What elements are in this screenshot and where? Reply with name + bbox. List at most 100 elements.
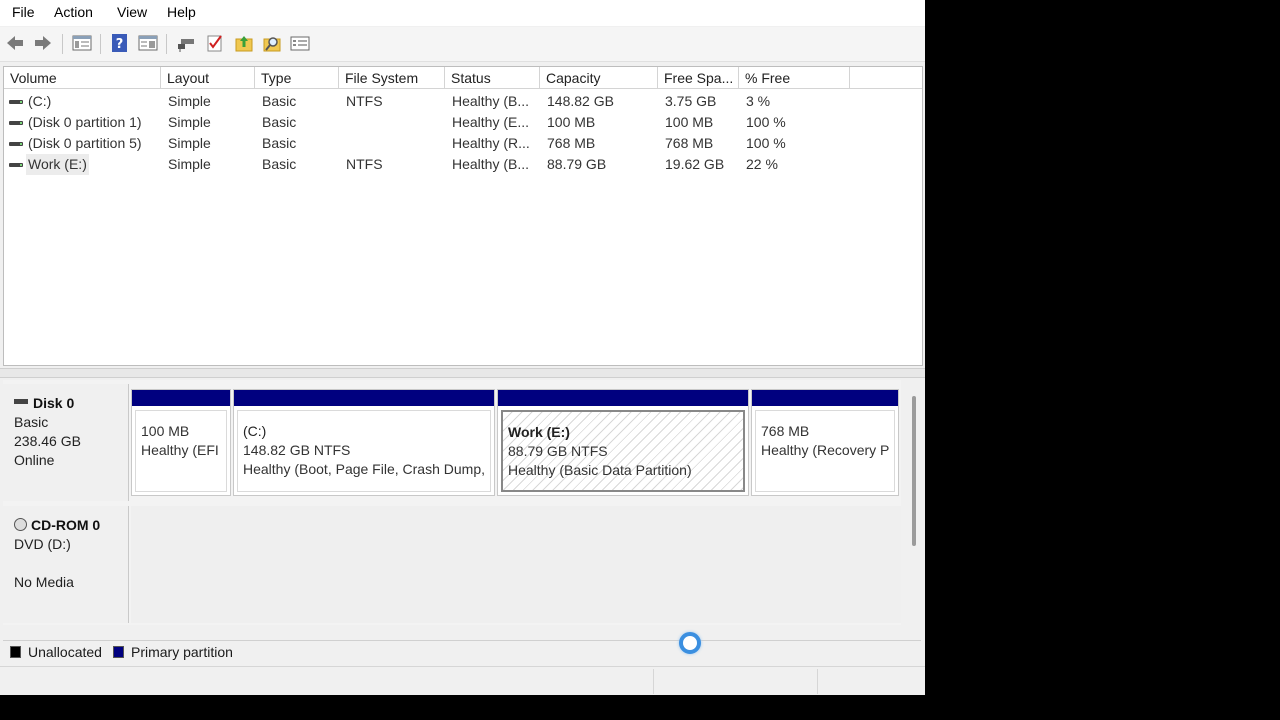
disk-graphical-view: Disk 0 Basic 238.46 GB Online 100 MB Hea… [3,380,901,625]
partition-status: Healthy (Boot, Page File, Crash Dump, [243,461,485,477]
partition-title: Work (E:) [508,424,570,440]
volume-percent-free: 100 % [746,114,786,130]
column-header-capacity[interactable]: Capacity [540,67,658,89]
check-icon[interactable] [205,33,225,53]
disk-size: 238.46 GB [14,433,81,449]
volume-icon [9,100,23,104]
disk-name: CD-ROM 0 [31,517,101,533]
volume-name: (Disk 0 partition 1) [28,114,142,130]
column-header-status[interactable]: Status [445,67,540,89]
disk-type: Basic [14,414,49,430]
partition-size: 100 MB [141,423,190,439]
menu-file[interactable]: File [12,4,35,20]
partition-size: 148.82 GB NTFS [243,442,351,458]
volume-status: Healthy (B... [452,93,530,109]
partition-recovery[interactable]: 768 MB Healthy (Recovery P [751,389,899,496]
volume-fs: NTFS [346,93,383,109]
volume-status: Healthy (B... [452,156,530,172]
volume-fs: NTFS [346,156,383,172]
primary-partition-bar [132,390,230,406]
disk-state: No Media [14,574,74,590]
menu-help[interactable]: Help [167,4,196,20]
volume-name: (C:) [28,93,52,109]
volume-icon [9,142,23,146]
disk-name: Disk 0 [33,395,75,411]
volume-free: 768 MB [665,135,714,151]
volume-row[interactable]: (C:) Simple Basic NTFS Healthy (B... 148… [4,91,922,112]
volume-layout: Simple [168,114,211,130]
toolbar-separator [166,34,167,54]
properties-pane-icon[interactable] [138,33,158,53]
volume-layout: Simple [168,93,211,109]
partition-status: Healthy (Recovery P [761,442,890,458]
volume-status: Healthy (R... [452,135,530,151]
status-divider [817,669,818,694]
volume-percent-free: 22 % [746,156,778,172]
search-folder-icon[interactable] [262,33,282,53]
volume-type: Basic [262,135,297,151]
primary-partition-bar [234,390,494,406]
volume-icon [9,163,23,167]
column-header-volume[interactable]: Volume [4,67,161,89]
partition-work-e[interactable]: Work (E:) 88.79 GB NTFS Healthy (Basic D… [497,389,749,496]
column-header-free-space[interactable]: Free Spa... [658,67,739,89]
help-icon[interactable]: ? [110,33,130,53]
volume-row[interactable]: Work (E:) Simple Basic NTFS Healthy (B..… [4,154,922,175]
partition-title: (C:) [243,423,267,439]
forward-arrow-icon[interactable] [33,33,53,53]
legend: Unallocated Primary partition [3,640,921,663]
partition-efi[interactable]: 100 MB Healthy (EFI [131,389,231,496]
toolbar-separator [100,34,101,54]
menu-view[interactable]: View [117,4,147,20]
toolbar-separator [62,34,63,54]
disk-0-label[interactable]: Disk 0 Basic 238.46 GB Online [3,384,129,501]
volume-row[interactable]: (Disk 0 partition 1) Simple Basic Health… [4,112,922,133]
cdrom-0-label[interactable]: CD-ROM 0 DVD (D:) No Media [3,506,129,623]
svg-text:?: ? [116,37,124,52]
scrollbar-thumb[interactable] [912,396,916,546]
status-bar [0,666,925,695]
graph-scrollbar[interactable] [905,380,923,625]
volume-percent-free: 100 % [746,135,786,151]
volume-capacity: 768 MB [547,135,596,151]
column-header-layout[interactable]: Layout [161,67,255,89]
volume-icon [9,121,23,125]
volume-type: Basic [262,114,297,130]
settings-list-icon[interactable] [290,33,310,53]
column-header-file-system[interactable]: File System [339,67,445,89]
volume-capacity: 88.79 GB [547,156,607,172]
partition-status: Healthy (Basic Data Partition) [508,462,692,478]
volume-type: Basic [262,93,297,109]
cdrom-empty-area [131,506,901,623]
partition-status: Healthy (EFI [141,442,219,458]
volume-status: Healthy (E... [452,114,530,130]
partition-c[interactable]: (C:) 148.82 GB NTFS Healthy (Boot, Page … [233,389,495,496]
back-arrow-icon[interactable] [5,33,25,53]
column-header-empty [850,67,922,89]
volume-layout: Simple [168,135,211,151]
volume-name: Work (E:) [26,154,89,175]
status-divider [653,669,654,694]
column-header-type[interactable]: Type [255,67,339,89]
disk-state: Online [14,452,55,468]
menu-action[interactable]: Action [54,4,93,20]
volume-free: 19.62 GB [665,156,725,172]
partition-size: 88.79 GB NTFS [508,443,608,459]
volume-free: 3.75 GB [665,93,717,109]
pane-splitter[interactable] [0,368,925,378]
folder-up-icon[interactable] [234,33,254,53]
disk-icon [14,398,28,404]
volume-type: Basic [262,156,297,172]
toolbar: ? [0,27,925,62]
column-header-percent-free[interactable]: % Free [739,67,850,89]
connect-icon[interactable] [176,33,196,53]
volume-row[interactable]: (Disk 0 partition 5) Simple Basic Health… [4,133,922,154]
volume-free: 100 MB [665,114,714,130]
console-tree-icon[interactable] [72,33,92,53]
disk-management-window: File Action View Help ? Volume Layout Ty… [0,0,925,695]
legend-unallocated: Unallocated [28,644,102,660]
primary-partition-bar [498,390,748,406]
volume-capacity: 148.82 GB [547,93,614,109]
unallocated-swatch [10,646,21,658]
primary-partition-bar [752,390,898,406]
